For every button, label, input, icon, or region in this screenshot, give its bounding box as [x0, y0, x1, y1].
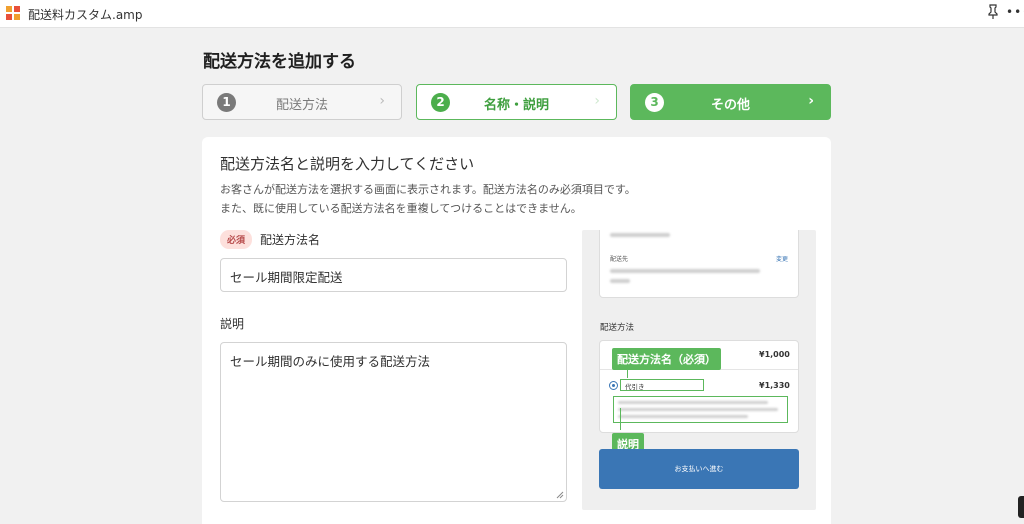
resize-handle-icon[interactable]	[556, 491, 564, 499]
preview-price: ¥1,000	[759, 350, 790, 359]
blurred-text	[618, 415, 748, 418]
title-bar: 配送料カスタム.amp •••	[0, 0, 1024, 28]
step-label: その他	[710, 98, 750, 113]
preview-address-box: 配送先 変更	[599, 230, 799, 298]
window-title: 配送料カスタム.amp	[28, 8, 143, 22]
corner-widget[interactable]	[1018, 496, 1024, 518]
preview-description-box	[613, 396, 788, 423]
step-label: 配送方法	[275, 98, 328, 113]
more-icon[interactable]: •••	[1006, 5, 1024, 19]
preview-price: ¥1,330	[759, 381, 790, 390]
step-name-description[interactable]: 2 名称・説明 ›	[416, 84, 617, 120]
description-textarea[interactable]: セール期間のみに使用する配送方法	[220, 342, 567, 502]
form-description: お客さんが配送方法を選択する画面に表示されます。配送方法名のみ必須項目です。	[220, 183, 636, 196]
checkout-preview: 配送先 変更 配送方法 ¥1,000 代引き ¥1,330 配送方法名（必須） …	[582, 230, 816, 510]
form-heading: 配送方法名と説明を入力してください	[220, 155, 475, 173]
preview-section-title: 配送方法	[600, 323, 635, 333]
blurred-text	[610, 279, 630, 283]
blurred-text	[618, 401, 768, 404]
page-title: 配送方法を追加する	[203, 52, 356, 72]
preview-pay-button: お支払いへ進む	[599, 449, 799, 489]
description-text: セール期間のみに使用する配送方法	[230, 354, 431, 369]
name-field-label: 配送方法名	[260, 233, 321, 247]
blurred-text	[610, 269, 760, 273]
step-label: 名称・説明	[483, 98, 549, 113]
preview-change-link: 変更	[776, 256, 789, 263]
blurred-text	[610, 233, 670, 237]
description-field-label: 説明	[220, 317, 245, 331]
chevron-right-icon: ›	[808, 93, 814, 109]
blurred-text	[618, 408, 778, 411]
chevron-right-icon: ›	[379, 93, 385, 109]
chevron-right-icon: ›	[594, 93, 600, 109]
preview-option-name: 代引き	[620, 379, 704, 391]
app-logo-icon	[6, 6, 20, 20]
pin-icon[interactable]	[986, 4, 1000, 20]
step-shipping-method[interactable]: 1 配送方法 ›	[202, 84, 402, 120]
radio-selected-icon	[609, 381, 618, 390]
shipping-name-input[interactable]: セール期間限定配送	[220, 258, 567, 292]
form-description-note: また、既に使用している配送方法名を重複してつけることはできません。	[220, 202, 582, 215]
form-card: 配送方法名と説明を入力してください お客さんが配送方法を選択する画面に表示されま…	[202, 137, 831, 524]
step-other[interactable]: 3 その他 ›	[630, 84, 831, 120]
preview-ship-to-label: 配送先	[610, 256, 629, 263]
required-badge: 必須	[220, 230, 253, 249]
callout-line	[620, 408, 621, 430]
preview-name-tag: 配送方法名（必須）	[612, 348, 721, 370]
